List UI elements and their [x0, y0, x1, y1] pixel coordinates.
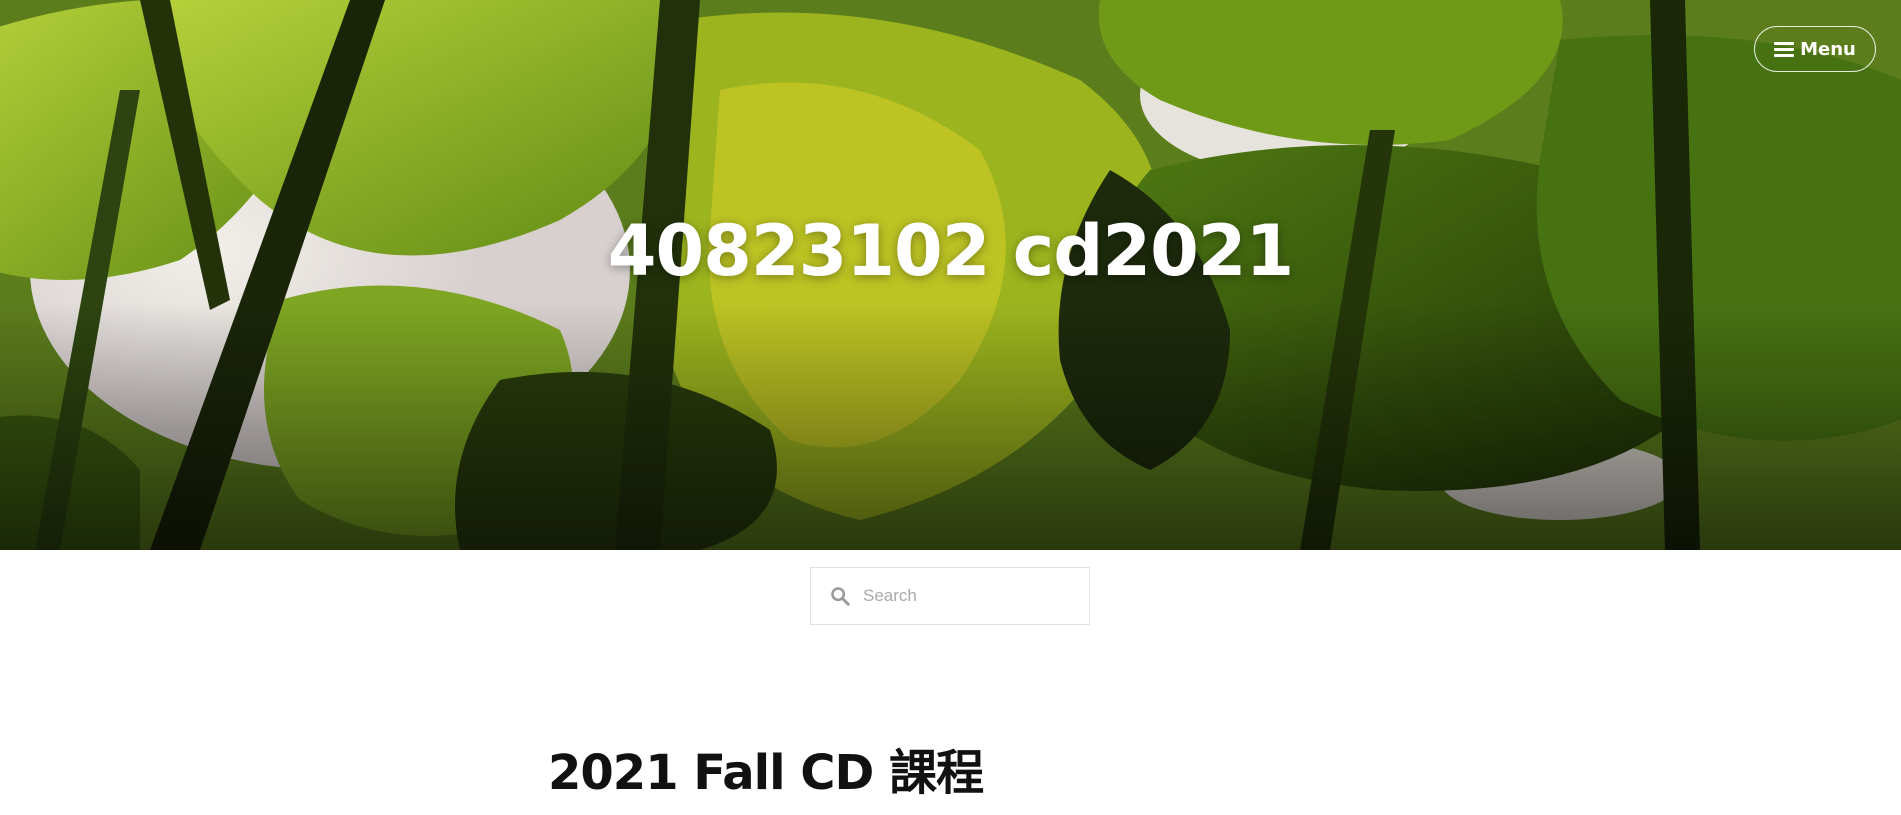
- search-input[interactable]: [863, 586, 1063, 606]
- search-box: [810, 567, 1090, 625]
- post-title[interactable]: 2021 Fall CD 課程: [548, 733, 984, 803]
- site-title[interactable]: 40823102 cd2021: [0, 210, 1901, 292]
- search-icon: [831, 587, 850, 606]
- hamburger-icon: [1774, 41, 1795, 57]
- page: 40823102 cd2021 Menu 2021 Fall CD 課程: [0, 0, 1901, 815]
- menu-button[interactable]: Menu: [1754, 26, 1876, 72]
- menu-button-label: Menu: [1800, 38, 1856, 60]
- hero-banner: 40823102 cd2021 Menu: [0, 0, 1901, 550]
